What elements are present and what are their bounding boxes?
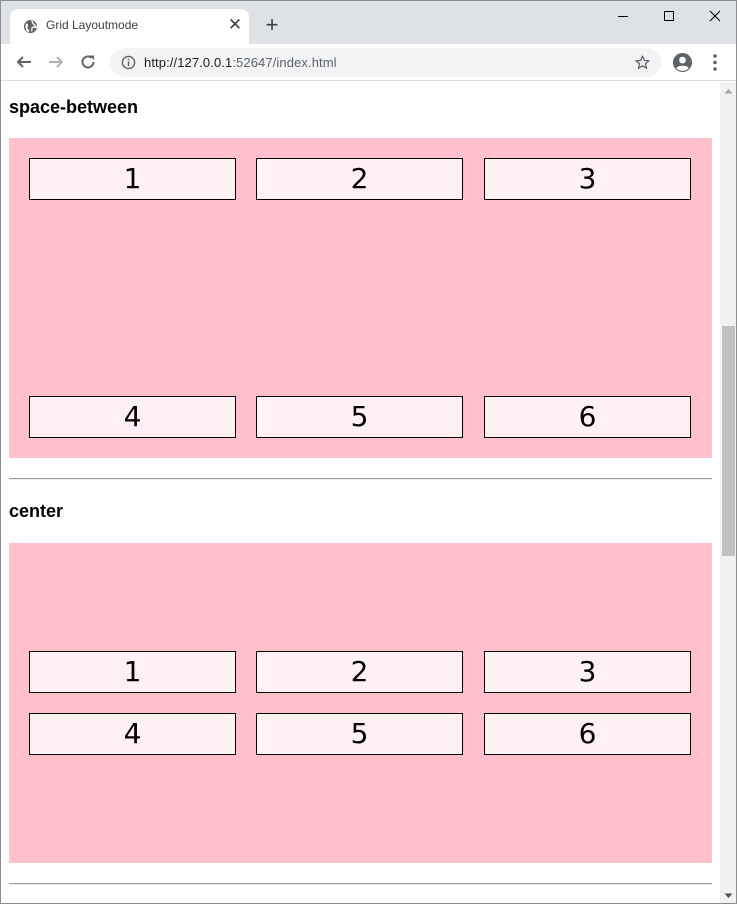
window-close-icon[interactable]	[692, 1, 736, 31]
grid-item: 2	[256, 651, 463, 693]
plus-icon[interactable]: +	[261, 14, 283, 36]
grid-item: 5	[256, 713, 463, 755]
grid-container-space-between: 1 2 3 4 5 6	[9, 138, 712, 458]
address-bar[interactable]: http://127.0.0.1:52647/index.html	[110, 48, 661, 77]
info-icon[interactable]	[121, 55, 136, 70]
vertical-scrollbar[interactable]	[720, 82, 736, 903]
url-text[interactable]: http://127.0.0.1:52647/index.html	[144, 55, 337, 70]
grid-item: 1	[29, 158, 236, 200]
grid-item: 4	[29, 396, 236, 438]
browser-window: Grid Layoutmode ✕ + http://127.0.0.1:526…	[0, 0, 737, 904]
star-icon[interactable]	[634, 54, 651, 71]
grid-item: 3	[484, 651, 691, 693]
grid-item: 2	[256, 158, 463, 200]
close-icon[interactable]: ✕	[226, 16, 244, 34]
kebab-menu-icon[interactable]	[708, 52, 722, 73]
horizontal-rule	[9, 478, 712, 480]
tab-active[interactable]: Grid Layoutmode ✕	[10, 9, 249, 44]
section-heading: center	[9, 501, 64, 521]
grid-item: 6	[484, 713, 691, 755]
url-host: http://127.0.0.1	[144, 55, 233, 70]
globe-icon	[23, 19, 38, 34]
grid-item: 5	[256, 396, 463, 438]
page-viewport: space-between 1 2 3 4 5 6 center 1 2 3 4…	[1, 82, 720, 903]
toolbar: http://127.0.0.1:52647/index.html	[1, 44, 736, 81]
back-arrow-icon[interactable]	[12, 50, 36, 74]
forward-arrow-icon[interactable]	[44, 50, 68, 74]
profile-icon[interactable]	[672, 52, 693, 73]
reload-icon[interactable]	[76, 50, 100, 74]
tab-strip: Grid Layoutmode ✕ +	[1, 1, 736, 44]
grid-item: 3	[484, 158, 691, 200]
maximize-icon[interactable]	[646, 1, 692, 31]
scroll-up-arrow-icon[interactable]	[720, 82, 736, 99]
grid-container-center: 1 2 3 4 5 6	[9, 543, 712, 863]
grid-item: 4	[29, 713, 236, 755]
grid-item: 1	[29, 651, 236, 693]
minimize-icon[interactable]	[600, 1, 646, 31]
tab-title: Grid Layoutmode	[46, 18, 139, 32]
scroll-thumb[interactable]	[722, 326, 735, 556]
grid-item: 6	[484, 396, 691, 438]
horizontal-rule	[9, 883, 712, 885]
section-heading: space-between	[9, 97, 139, 117]
scroll-down-arrow-icon[interactable]	[720, 887, 736, 903]
url-path: :52647/index.html	[232, 55, 337, 70]
